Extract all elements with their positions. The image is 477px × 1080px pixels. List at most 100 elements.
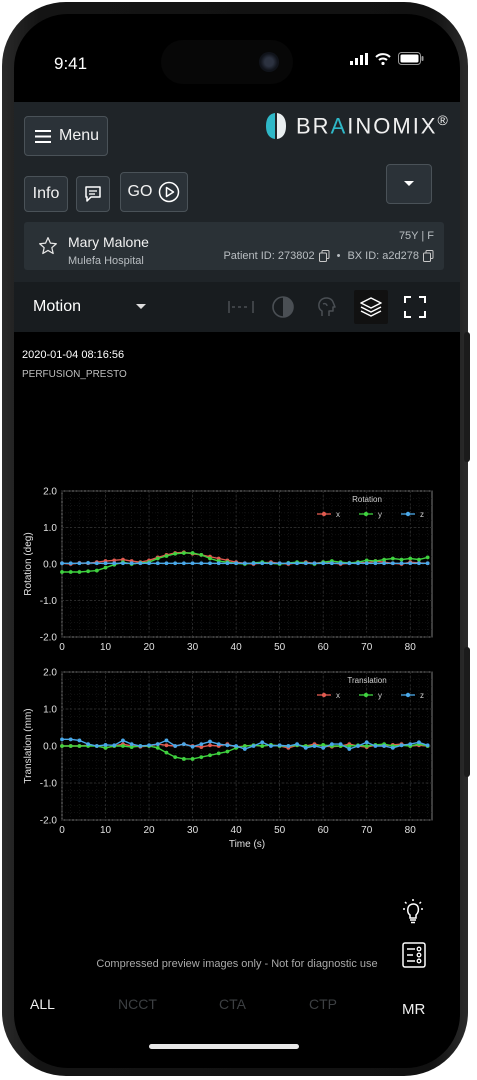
star-icon[interactable] — [38, 236, 58, 256]
tab-cta[interactable]: CTA — [219, 996, 246, 1012]
data-point-z — [199, 742, 204, 747]
data-point-z — [77, 561, 82, 566]
data-point-z — [321, 561, 326, 566]
go-label: GO — [127, 183, 153, 200]
contrast-icon[interactable] — [268, 292, 298, 322]
viewer-toolbar: Motion — [14, 282, 460, 332]
data-point-y — [94, 568, 99, 573]
data-point-y — [225, 749, 230, 754]
home-indicator — [149, 1044, 299, 1049]
brand-name-pre: BR — [296, 113, 331, 139]
data-point-z — [138, 561, 143, 566]
data-point-z — [277, 743, 282, 748]
data-point-z — [356, 744, 360, 748]
x-tick-label: 80 — [405, 825, 417, 836]
legend-label: x — [336, 691, 340, 700]
data-point-z — [94, 744, 99, 748]
data-point-z — [181, 561, 186, 566]
data-point-x — [164, 743, 169, 748]
data-point-z — [321, 745, 326, 750]
chevron-down-icon[interactable] — [136, 304, 146, 309]
fullscreen-icon[interactable] — [400, 292, 430, 322]
tab-ctp[interactable]: CTP — [309, 996, 337, 1012]
x-tick-label: 80 — [405, 642, 417, 653]
legend-swatch-marker — [321, 692, 327, 698]
data-point-y — [390, 556, 395, 561]
layers-icon[interactable] — [354, 290, 388, 324]
data-point-z — [68, 561, 73, 566]
legend-title: Rotation — [352, 495, 382, 504]
data-point-z — [112, 743, 117, 748]
tab-mr[interactable]: MR — [402, 1001, 425, 1018]
x-tick-label: 10 — [100, 825, 112, 836]
info-button[interactable]: Info — [24, 176, 68, 212]
data-point-y — [216, 751, 221, 756]
data-point-z — [260, 561, 265, 566]
x-tick-label: 20 — [143, 642, 155, 653]
copy-icon[interactable] — [318, 250, 330, 262]
data-point-z — [251, 561, 256, 566]
info-label: Info — [32, 185, 60, 202]
data-point-z — [208, 739, 212, 744]
head-profile-icon[interactable] — [311, 292, 341, 322]
data-point-z — [121, 561, 125, 566]
data-point-y — [68, 744, 73, 748]
patient-card[interactable]: Mary Malone Mulefa Hospital 75Y | F Pati… — [24, 222, 444, 270]
data-point-z — [147, 743, 151, 748]
brand-logo: BRAINOMIX® — [264, 111, 450, 141]
hamburger-icon — [35, 129, 51, 143]
data-point-z — [103, 561, 108, 566]
tab-ncct[interactable]: NCCT — [118, 996, 157, 1012]
y-tick-label: 1.0 — [43, 705, 57, 716]
dynamic-island — [161, 40, 293, 84]
data-point-y — [77, 744, 82, 748]
disclaimer-text: Compressed preview images only - Not for… — [96, 958, 378, 970]
data-point-y — [181, 551, 186, 555]
data-point-z — [242, 561, 247, 566]
data-point-z — [312, 744, 317, 748]
data-point-z — [390, 745, 395, 750]
data-point-z — [234, 744, 239, 748]
data-point-y — [173, 755, 178, 759]
chat-button[interactable] — [76, 176, 110, 212]
data-point-y — [60, 570, 64, 574]
play-circle-icon — [159, 181, 180, 203]
chevron-down-icon — [404, 181, 414, 186]
id-separator: • — [336, 250, 341, 262]
side-button-lower — [464, 647, 470, 777]
data-point-z — [277, 561, 282, 566]
data-point-z — [129, 742, 134, 747]
data-point-z — [147, 561, 151, 566]
data-point-z — [356, 561, 360, 566]
series-select[interactable]: Motion — [33, 298, 81, 316]
battery-icon — [398, 52, 424, 65]
go-button[interactable]: GO — [120, 172, 188, 212]
tab-all[interactable]: ALL — [30, 996, 55, 1012]
data-point-z — [269, 744, 273, 748]
bx-id: BX ID: a2d278 — [347, 250, 419, 262]
data-point-y — [199, 552, 204, 557]
data-point-z — [312, 561, 317, 566]
legend-label: z — [420, 691, 424, 700]
data-point-z — [86, 561, 91, 565]
data-point-z — [103, 742, 108, 747]
copy-icon[interactable] — [423, 250, 434, 262]
status-icons — [350, 52, 424, 65]
legend-swatch-marker — [405, 692, 411, 698]
measure-icon[interactable] — [226, 292, 256, 322]
lightbulb-icon[interactable] — [400, 898, 428, 931]
data-point-z — [399, 743, 404, 748]
legend-label: y — [378, 691, 382, 700]
data-point-z — [338, 561, 343, 566]
data-point-z — [68, 737, 73, 742]
data-point-y — [382, 557, 387, 562]
y-tick-label: -2.0 — [40, 633, 58, 644]
data-point-z — [417, 740, 421, 745]
sequence-name: PERFUSION_PRESTO — [22, 369, 127, 380]
dropdown-button[interactable] — [386, 164, 432, 204]
x-tick-label: 50 — [274, 825, 286, 836]
data-point-z — [164, 561, 169, 566]
data-point-z — [181, 742, 186, 747]
data-point-z — [347, 561, 352, 566]
menu-button[interactable]: Menu — [24, 116, 108, 156]
